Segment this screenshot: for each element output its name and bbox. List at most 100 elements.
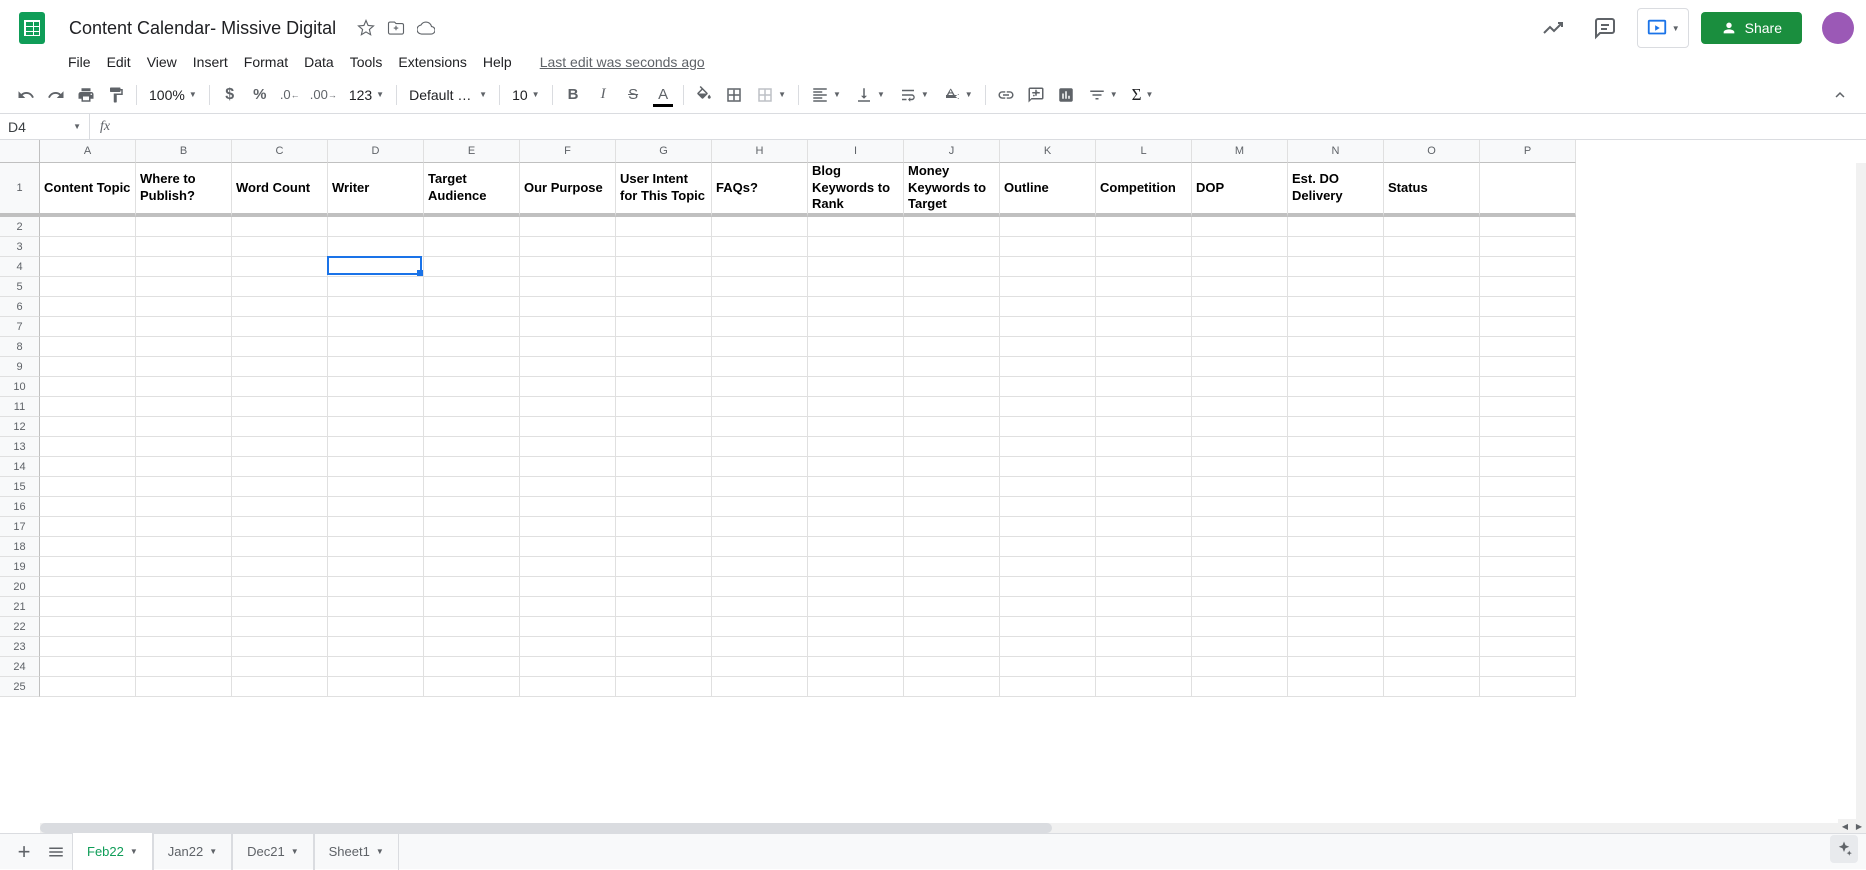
col-header-G[interactable]: G: [616, 140, 712, 163]
strikethrough-button[interactable]: S: [619, 81, 647, 109]
menu-file[interactable]: File: [60, 50, 99, 74]
cell-C15[interactable]: [232, 477, 328, 497]
cell-N2[interactable]: [1288, 217, 1384, 237]
cell-C5[interactable]: [232, 277, 328, 297]
cell-E13[interactable]: [424, 437, 520, 457]
cell-J22[interactable]: [904, 617, 1000, 637]
cell-G4[interactable]: [616, 257, 712, 277]
cell-C21[interactable]: [232, 597, 328, 617]
cell-D16[interactable]: [328, 497, 424, 517]
cell-M10[interactable]: [1192, 377, 1288, 397]
cell-G16[interactable]: [616, 497, 712, 517]
row-header-1[interactable]: 1: [0, 163, 40, 217]
cell-P18[interactable]: [1480, 537, 1576, 557]
cell-E1[interactable]: Target Audience: [424, 163, 520, 217]
bold-button[interactable]: B: [559, 81, 587, 109]
cell-F17[interactable]: [520, 517, 616, 537]
text-color-button[interactable]: A: [649, 81, 677, 109]
cell-K23[interactable]: [1000, 637, 1096, 657]
cell-B20[interactable]: [136, 577, 232, 597]
cell-A12[interactable]: [40, 417, 136, 437]
cell-A20[interactable]: [40, 577, 136, 597]
cell-M11[interactable]: [1192, 397, 1288, 417]
cell-M20[interactable]: [1192, 577, 1288, 597]
cell-F2[interactable]: [520, 217, 616, 237]
row-header-2[interactable]: 2: [0, 217, 40, 237]
cell-A18[interactable]: [40, 537, 136, 557]
cell-A21[interactable]: [40, 597, 136, 617]
cell-D8[interactable]: [328, 337, 424, 357]
cell-N10[interactable]: [1288, 377, 1384, 397]
cell-A11[interactable]: [40, 397, 136, 417]
cell-F16[interactable]: [520, 497, 616, 517]
cell-G18[interactable]: [616, 537, 712, 557]
cell-J12[interactable]: [904, 417, 1000, 437]
cell-D19[interactable]: [328, 557, 424, 577]
cell-B11[interactable]: [136, 397, 232, 417]
cell-C22[interactable]: [232, 617, 328, 637]
cell-O1[interactable]: Status: [1384, 163, 1480, 217]
cell-L19[interactable]: [1096, 557, 1192, 577]
cell-I4[interactable]: [808, 257, 904, 277]
row-header-12[interactable]: 12: [0, 417, 40, 437]
cell-I13[interactable]: [808, 437, 904, 457]
font-dropdown[interactable]: Default (Ari...▼: [403, 83, 493, 107]
cell-H22[interactable]: [712, 617, 808, 637]
cell-I12[interactable]: [808, 417, 904, 437]
cell-I14[interactable]: [808, 457, 904, 477]
cell-N4[interactable]: [1288, 257, 1384, 277]
cell-G6[interactable]: [616, 297, 712, 317]
user-avatar[interactable]: [1822, 12, 1854, 44]
cell-O3[interactable]: [1384, 237, 1480, 257]
cell-G22[interactable]: [616, 617, 712, 637]
menu-format[interactable]: Format: [236, 50, 296, 74]
cell-I17[interactable]: [808, 517, 904, 537]
cell-B3[interactable]: [136, 237, 232, 257]
cell-J17[interactable]: [904, 517, 1000, 537]
cell-A6[interactable]: [40, 297, 136, 317]
scroll-right-button[interactable]: ▶: [1852, 819, 1866, 833]
cell-N23[interactable]: [1288, 637, 1384, 657]
cell-B2[interactable]: [136, 217, 232, 237]
cell-M23[interactable]: [1192, 637, 1288, 657]
cell-P13[interactable]: [1480, 437, 1576, 457]
cell-L4[interactable]: [1096, 257, 1192, 277]
cell-F3[interactable]: [520, 237, 616, 257]
chevron-down-icon[interactable]: ▼: [130, 847, 138, 856]
cell-M16[interactable]: [1192, 497, 1288, 517]
cell-E11[interactable]: [424, 397, 520, 417]
cell-P21[interactable]: [1480, 597, 1576, 617]
horizontal-align-button[interactable]: ▼: [805, 82, 847, 108]
cell-E20[interactable]: [424, 577, 520, 597]
functions-button[interactable]: Σ▼: [1126, 81, 1160, 109]
cell-J7[interactable]: [904, 317, 1000, 337]
move-icon[interactable]: [387, 19, 405, 37]
cell-C25[interactable]: [232, 677, 328, 697]
cell-M24[interactable]: [1192, 657, 1288, 677]
cell-I10[interactable]: [808, 377, 904, 397]
cell-D21[interactable]: [328, 597, 424, 617]
cell-K6[interactable]: [1000, 297, 1096, 317]
cell-G23[interactable]: [616, 637, 712, 657]
cell-F11[interactable]: [520, 397, 616, 417]
row-header-13[interactable]: 13: [0, 437, 40, 457]
cell-G9[interactable]: [616, 357, 712, 377]
cell-L16[interactable]: [1096, 497, 1192, 517]
col-header-B[interactable]: B: [136, 140, 232, 163]
row-header-8[interactable]: 8: [0, 337, 40, 357]
col-header-O[interactable]: O: [1384, 140, 1480, 163]
cell-H1[interactable]: FAQs?: [712, 163, 808, 217]
cell-C7[interactable]: [232, 317, 328, 337]
cell-C6[interactable]: [232, 297, 328, 317]
horizontal-scrollbar[interactable]: [40, 823, 1848, 833]
row-header-4[interactable]: 4: [0, 257, 40, 277]
cell-C19[interactable]: [232, 557, 328, 577]
cell-I7[interactable]: [808, 317, 904, 337]
cell-J23[interactable]: [904, 637, 1000, 657]
add-sheet-button[interactable]: +: [8, 836, 40, 868]
cell-E6[interactable]: [424, 297, 520, 317]
cell-J9[interactable]: [904, 357, 1000, 377]
cell-M2[interactable]: [1192, 217, 1288, 237]
menu-data[interactable]: Data: [296, 50, 342, 74]
cell-G10[interactable]: [616, 377, 712, 397]
